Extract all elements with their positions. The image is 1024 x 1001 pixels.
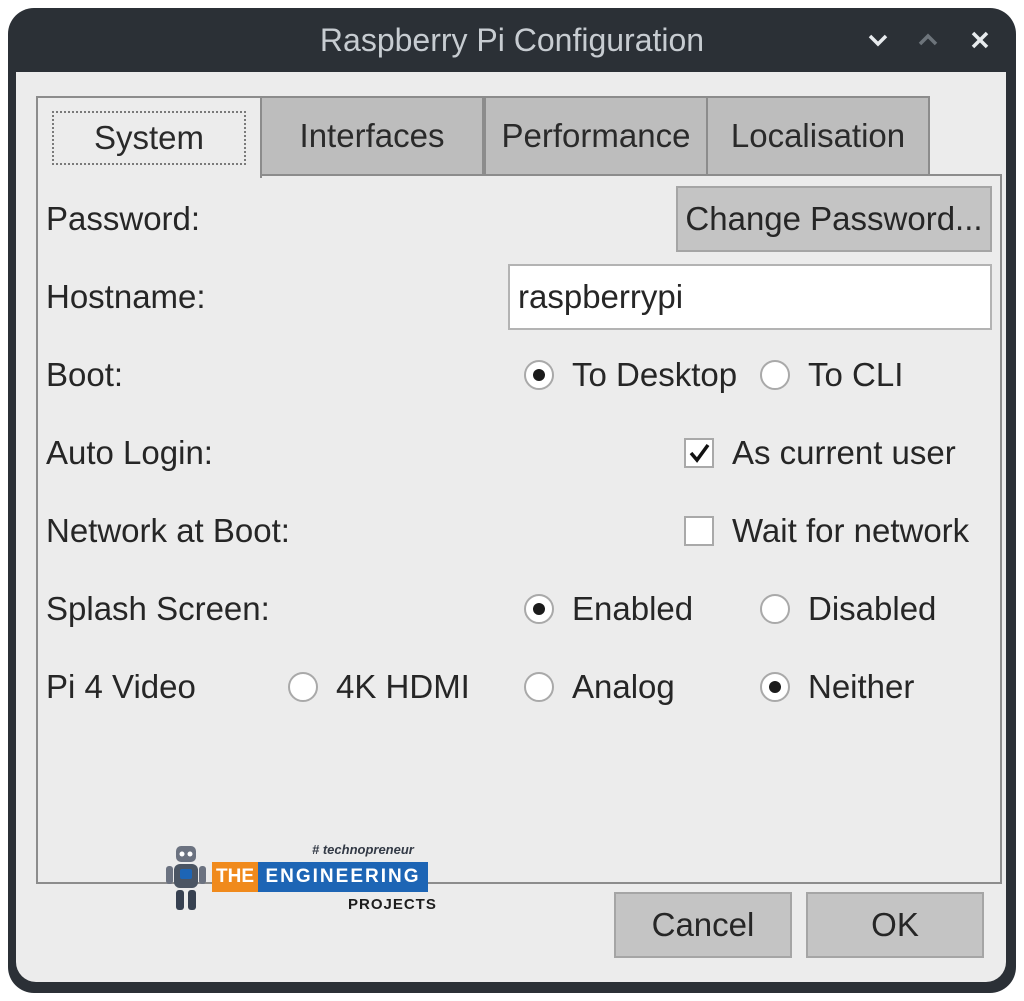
watermark-tagline: # technopreneur <box>312 842 414 857</box>
ok-button[interactable]: OK <box>806 892 984 958</box>
tab-system-label: System <box>51 111 247 165</box>
video-4k-hdmi-radio[interactable] <box>288 672 318 702</box>
video-neither-radio[interactable] <box>760 672 790 702</box>
splash-disabled-radio[interactable] <box>760 594 790 624</box>
splash-screen-label: Splash Screen: <box>46 590 270 627</box>
boot-desktop-radio[interactable] <box>524 360 554 390</box>
cancel-button[interactable]: Cancel <box>614 892 792 958</box>
chevron-up-icon <box>918 33 938 46</box>
video-analog-label[interactable]: Analog <box>572 668 675 706</box>
hostname-field[interactable]: raspberrypi <box>508 264 992 330</box>
maximize-button[interactable] <box>910 22 946 58</box>
dialog-body: System Interfaces Performance Localisati… <box>16 72 1006 982</box>
change-password-button[interactable]: Change Password... <box>676 186 992 252</box>
password-label: Password: <box>46 200 201 237</box>
pi4-video-label: Pi 4 Video <box>46 668 196 705</box>
system-panel: Password: Change Password... Hostname: r… <box>36 174 1002 884</box>
hostname-label: Hostname: <box>46 278 206 315</box>
tab-localisation[interactable]: Localisation <box>706 96 930 174</box>
wait-for-network-checkbox[interactable] <box>684 516 714 546</box>
tab-performance-label: Performance <box>501 117 691 154</box>
video-analog-radio[interactable] <box>524 672 554 702</box>
splash-enabled-radio[interactable] <box>524 594 554 624</box>
config-window: Raspberry Pi Configuration System Interf… <box>8 8 1016 993</box>
boot-label: Boot: <box>46 356 124 393</box>
watermark-the: THE <box>212 862 258 892</box>
robot-icon <box>166 846 206 910</box>
boot-cli-radio[interactable] <box>760 360 790 390</box>
engineering-projects-watermark: # technopreneur THE ENGINEERING PROJECTS <box>162 842 442 922</box>
tab-interfaces[interactable]: Interfaces <box>260 96 484 174</box>
minimize-button[interactable] <box>860 22 896 58</box>
splash-enabled-label[interactable]: Enabled <box>572 590 693 628</box>
splash-disabled-label[interactable]: Disabled <box>808 590 936 628</box>
tab-interfaces-label: Interfaces <box>299 117 445 154</box>
watermark-engineering: ENGINEERING <box>258 862 428 892</box>
network-at-boot-label: Network at Boot: <box>46 512 290 549</box>
title-bar[interactable]: Raspberry Pi Configuration <box>8 8 1016 72</box>
video-4k-hdmi-label[interactable]: 4K HDMI <box>336 668 470 706</box>
tab-performance[interactable]: Performance <box>484 96 708 174</box>
auto-login-label: Auto Login: <box>46 434 213 471</box>
auto-login-option-label[interactable]: As current user <box>732 434 956 472</box>
auto-login-checkbox[interactable] <box>684 438 714 468</box>
close-button[interactable] <box>962 22 998 58</box>
boot-desktop-label[interactable]: To Desktop <box>572 356 737 394</box>
tab-system[interactable]: System <box>36 96 262 178</box>
boot-cli-label[interactable]: To CLI <box>808 356 903 394</box>
video-neither-label[interactable]: Neither <box>808 668 914 706</box>
watermark-projects: PROJECTS <box>348 896 437 913</box>
wait-for-network-label[interactable]: Wait for network <box>732 512 969 550</box>
chevron-down-icon <box>868 34 888 47</box>
tab-localisation-label: Localisation <box>730 117 906 154</box>
checkmark-icon <box>689 443 710 463</box>
close-icon <box>971 31 989 49</box>
